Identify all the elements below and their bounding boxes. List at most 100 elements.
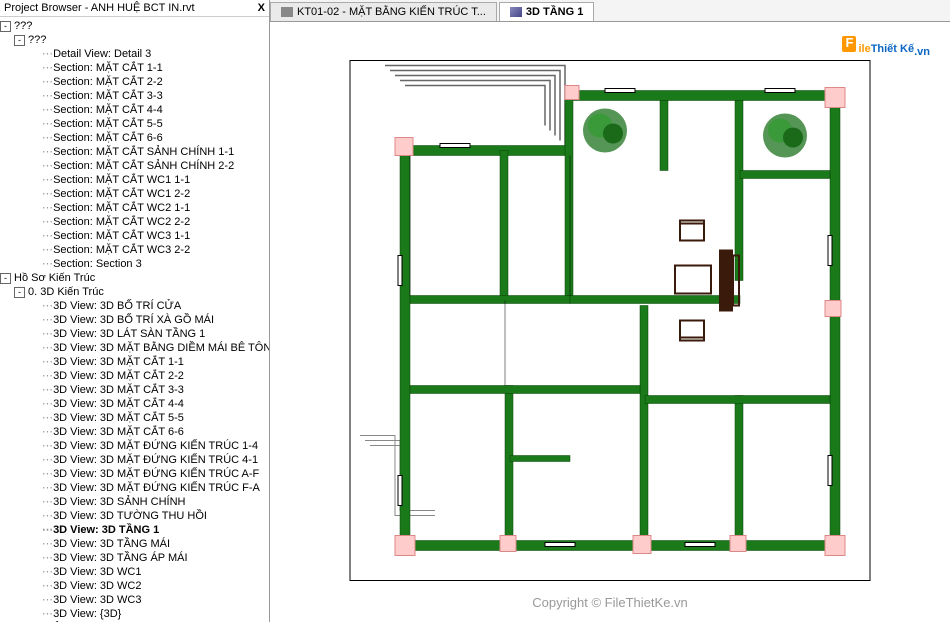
tree-node[interactable]: -0. 3D Kiến Trúc: [0, 285, 269, 299]
tree-node[interactable]: ⋯ Section: MẶT CẮT 2-2: [0, 75, 269, 89]
tree-node-label: 3D View: 3D SẢNH CHÍNH: [53, 496, 185, 508]
tree-node[interactable]: ⋯ 3D View: 3D BỐ TRÍ CỬA: [0, 299, 269, 313]
tree-leaf-icon: ⋯: [42, 495, 50, 509]
tree-node[interactable]: ⋯ Section: MẶT CẮT WC1 2-2: [0, 187, 269, 201]
floor-plan-3d[interactable]: [345, 56, 875, 589]
tree-node[interactable]: ⋯ Section: MẶT CẮT SẢNH CHÍNH 2-2: [0, 159, 269, 173]
plant-icon: [583, 109, 627, 153]
tree-node[interactable]: -???: [0, 33, 269, 47]
tree-node[interactable]: -???: [0, 19, 269, 33]
tree-node-label: ???: [14, 20, 32, 32]
tree-node[interactable]: ⋯ Section: MẶT CẮT 5-5: [0, 117, 269, 131]
tree-twisty-icon[interactable]: -: [14, 35, 25, 46]
tree-leaf-icon: ⋯: [42, 551, 50, 565]
tree-node[interactable]: ⋯ Section: MẶT CẮT SẢNH CHÍNH 1-1: [0, 145, 269, 159]
tree-node[interactable]: ⋯ 3D View: 3D MẶT ĐỨNG KIẾN TRÚC 1-4: [0, 439, 269, 453]
tree-leaf-icon: ⋯: [42, 61, 50, 75]
tree-node[interactable]: ⋯ 3D View: 3D MẶT CẮT 1-1: [0, 355, 269, 369]
tree-node-label: Section: MẶT CẮT WC3 1-1: [53, 230, 190, 242]
tree-leaf-icon: ⋯: [42, 103, 50, 117]
view-tabs: KT01-02 - MẶT BẰNG KIẾN TRÚC T... 3D TẦNG…: [270, 0, 950, 22]
tree-node[interactable]: ⋯ Section: MẶT CẮT 3-3: [0, 89, 269, 103]
tree-node[interactable]: ⋯ 3D View: 3D TẦNG ÁP MÁI: [0, 551, 269, 565]
project-browser-sidebar: Project Browser - ANH HUỆ BCT IN.rvt X -…: [0, 0, 270, 622]
tree-node[interactable]: -Hồ Sơ Kiến Trúc: [0, 271, 269, 285]
tree-node-label: 0. 3D Kiến Trúc: [28, 286, 104, 298]
tree-leaf-icon: ⋯: [42, 537, 50, 551]
tree-node[interactable]: ⋯ Section: MẶT CẮT 4-4: [0, 103, 269, 117]
tree-node[interactable]: ⋯ Section: MẶT CẮT WC3 1-1: [0, 229, 269, 243]
logo-box-icon: [842, 36, 856, 52]
tree-node[interactable]: ⋯ Section: Section 3: [0, 257, 269, 271]
tree-leaf-icon: ⋯: [42, 75, 50, 89]
tree-node-label: Section: MẶT CẮT 4-4: [53, 104, 163, 116]
viewport-3d[interactable]: ileThiết Kế.vn: [270, 22, 950, 622]
tree-node[interactable]: ⋯ Section: MẶT CẮT 6-6: [0, 131, 269, 145]
tree-node[interactable]: ⋯ 3D View: 3D MẶT BẰNG DIỀM MÁI BÊ TÔNG: [0, 341, 269, 355]
tree-leaf-icon: ⋯: [42, 355, 50, 369]
tree-node[interactable]: ⋯ Section: MẶT CẮT 1-1: [0, 61, 269, 75]
sidebar-close-button[interactable]: X: [258, 2, 265, 14]
tree-node-label: Section: MẶT CẮT 5-5: [53, 118, 163, 130]
sidebar-title: Project Browser - ANH HUỆ BCT IN.rvt: [4, 2, 195, 14]
tab-label: 3D TẦNG 1: [526, 6, 583, 18]
view-tab[interactable]: KT01-02 - MẶT BẰNG KIẾN TRÚC T...: [270, 2, 497, 21]
tree-node-label: 3D View: 3D BỐ TRÍ CỬA: [53, 300, 181, 312]
tree-node[interactable]: ⋯ 3D View: 3D MẶT CẮT 3-3: [0, 383, 269, 397]
tree-node[interactable]: ⋯ 3D View: 3D TẦNG 1: [0, 523, 269, 537]
tree-node[interactable]: ⋯ Section: MẶT CẮT WC1 1-1: [0, 173, 269, 187]
tree-node-label: 3D View: 3D MẶT ĐỨNG KIẾN TRÚC 4-1: [53, 454, 258, 466]
tree-node-label: Section: Section 3: [53, 258, 142, 270]
tree-node-label: Section: MẶT CẮT WC3 2-2: [53, 244, 190, 256]
tree-node[interactable]: ⋯ Section: MẶT CẮT WC3 2-2: [0, 243, 269, 257]
tree-node[interactable]: ⋯ 3D View: 3D LÁT SÀN TẦNG 1: [0, 327, 269, 341]
tree-node[interactable]: ⋯ Section: MẶT CẮT WC2 2-2: [0, 215, 269, 229]
view-tab[interactable]: 3D TẦNG 1: [499, 2, 594, 21]
tree-node[interactable]: ⋯ 3D View: 3D WC1: [0, 565, 269, 579]
tree-twisty-icon[interactable]: -: [14, 287, 25, 298]
tree-twisty-icon[interactable]: -: [0, 21, 11, 32]
tree-node[interactable]: ⋯ 3D View: 3D MẶT ĐỨNG KIẾN TRÚC F-A: [0, 481, 269, 495]
tree-node[interactable]: ⋯ 3D View: 3D WC2: [0, 579, 269, 593]
tree-leaf-icon: ⋯: [42, 425, 50, 439]
tree-leaf-icon: ⋯: [42, 299, 50, 313]
tree-leaf-icon: ⋯: [42, 593, 50, 607]
tree-leaf-icon: ⋯: [42, 467, 50, 481]
tree-node[interactable]: ⋯ 3D View: 3D MẶT CẮT 6-6: [0, 425, 269, 439]
tree-node[interactable]: ⋯ 3D View: 3D WC3: [0, 593, 269, 607]
tree-leaf-icon: ⋯: [42, 411, 50, 425]
tree-node-label: 3D View: 3D MẶT CẮT 5-5: [53, 412, 184, 424]
tree-node-label: 3D View: 3D TẦNG MÁI: [53, 538, 170, 550]
tree-node-label: 3D View: {3D}: [53, 608, 121, 620]
tree-leaf-icon: ⋯: [42, 131, 50, 145]
tree-node[interactable]: ⋯ 3D View: 3D MẶT ĐỨNG KIẾN TRÚC 4-1: [0, 453, 269, 467]
tree-leaf-icon: ⋯: [42, 453, 50, 467]
tree-node[interactable]: ⋯ 3D View: 3D TƯỜNG THU HỒI: [0, 509, 269, 523]
tree-leaf-icon: ⋯: [42, 229, 50, 243]
tree-node-label: 3D View: 3D MẶT ĐỨNG KIẾN TRÚC A-F: [53, 468, 259, 480]
tree-node[interactable]: ⋯ 3D View: {3D}: [0, 607, 269, 621]
tree-leaf-icon: ⋯: [42, 327, 50, 341]
tree-node[interactable]: ⋯ Detail View: Detail 3: [0, 47, 269, 61]
tree-leaf-icon: ⋯: [42, 243, 50, 257]
tree-node-label: Detail View: Detail 3: [53, 48, 151, 60]
tree-twisty-icon[interactable]: -: [0, 273, 11, 284]
tree-node-label: 3D View: 3D MẶT CẮT 3-3: [53, 384, 184, 396]
logo-suffix: .vn: [914, 46, 930, 58]
tree-node-label: 3D View: 3D BỐ TRÍ XÀ GỒ MÁI: [53, 314, 214, 326]
tree-node[interactable]: ⋯ 3D View: 3D MẶT ĐỨNG KIẾN TRÚC A-F: [0, 467, 269, 481]
tree-leaf-icon: ⋯: [42, 173, 50, 187]
tree-node[interactable]: ⋯ 3D View: 3D MẶT CẮT 4-4: [0, 397, 269, 411]
tree-node[interactable]: ⋯ 3D View: 3D MẶT CẮT 2-2: [0, 369, 269, 383]
tree-node[interactable]: ⋯ 3D View: 3D TẦNG MÁI: [0, 537, 269, 551]
tree-node-label: 3D View: 3D TẦNG ÁP MÁI: [53, 552, 188, 564]
tree-node[interactable]: ⋯ 3D View: 3D SẢNH CHÍNH: [0, 495, 269, 509]
tree-node[interactable]: ⋯ 3D View: 3D MẶT CẮT 5-5: [0, 411, 269, 425]
tree-node[interactable]: ⋯ Section: MẶT CẮT WC2 1-1: [0, 201, 269, 215]
tree-leaf-icon: ⋯: [42, 607, 50, 621]
tab-view-icon: [281, 7, 293, 17]
tree-node[interactable]: ⋯ 3D View: 3D BỐ TRÍ XÀ GỒ MÁI: [0, 313, 269, 327]
tree-node-label: 3D View: 3D WC1: [53, 566, 141, 578]
tree-node-label: 3D View: 3D WC3: [53, 594, 141, 606]
tab-label: KT01-02 - MẶT BẰNG KIẾN TRÚC T...: [297, 6, 486, 18]
